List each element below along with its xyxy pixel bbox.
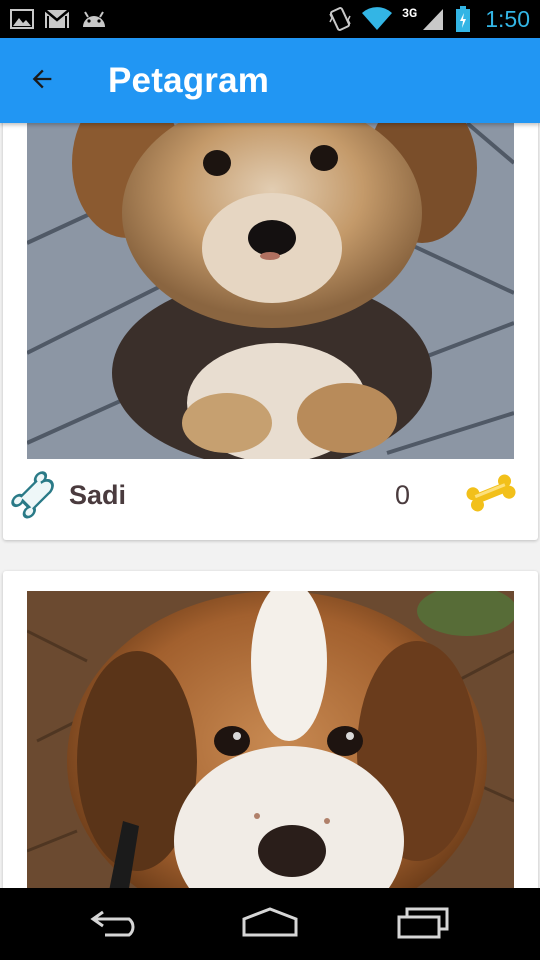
app-title: Petagram <box>108 60 270 100</box>
pet-name: Sadi <box>69 479 127 510</box>
pet-card: Sadi 0 <box>3 123 538 540</box>
back-nav-icon <box>89 906 145 942</box>
status-bar: 3G 1:50 <box>0 0 540 38</box>
back-button[interactable] <box>6 38 78 123</box>
status-time: 1:50 <box>485 5 530 32</box>
nav-recents-button[interactable] <box>378 888 468 960</box>
like-count: 0 <box>394 479 410 510</box>
image-icon <box>10 9 34 29</box>
bone-outline-icon <box>7 467 63 523</box>
home-nav-icon <box>241 906 299 942</box>
arrow-back-icon <box>28 65 56 97</box>
app-bar: Petagram <box>0 38 540 123</box>
recents-nav-icon <box>395 905 451 943</box>
pet-card-footer: Sadi 0 <box>3 459 538 531</box>
wifi-icon <box>362 7 393 31</box>
gmail-icon <box>44 9 70 29</box>
pet-list[interactable]: Sadi 0 <box>0 123 540 888</box>
nav-home-button[interactable] <box>225 888 315 960</box>
vibrate-icon <box>328 6 352 32</box>
network-type: 3G <box>402 6 418 20</box>
like-button[interactable] <box>460 470 522 520</box>
system-nav-bar <box>0 888 540 960</box>
pet-photo <box>27 591 514 888</box>
pet-photo <box>27 123 514 459</box>
pet-card <box>3 571 538 888</box>
android-icon <box>80 10 108 28</box>
battery-icon <box>455 6 471 32</box>
nav-back-button[interactable] <box>72 888 162 960</box>
signal-icon <box>421 7 445 31</box>
bone-icon <box>462 473 520 517</box>
